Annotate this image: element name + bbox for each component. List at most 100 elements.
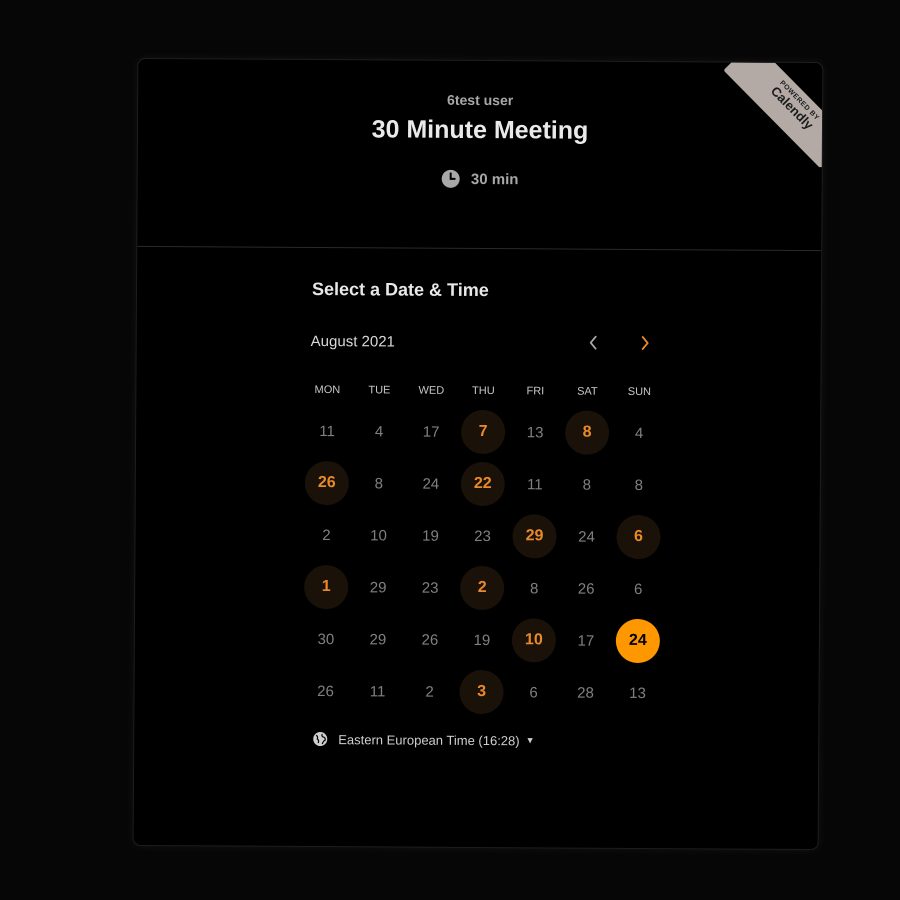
calendar-day-label: 13 xyxy=(526,423,544,441)
calendar-day-available[interactable]: 10 xyxy=(508,614,560,666)
calendar-day: 11 xyxy=(301,405,353,457)
calendar-grid: 11 4 17 7 13 8 4 26 8 24 22 11 8 8 2 10 19 23 29 24 6 1 29 23 2 8… xyxy=(299,405,665,719)
calendar-day-label: 11 xyxy=(319,422,335,440)
calendar-day-available[interactable]: 6 xyxy=(612,511,664,563)
calendar-day-label: 4 xyxy=(374,422,384,440)
calendar-day-available[interactable]: 2 xyxy=(456,562,508,614)
month-label: August 2021 xyxy=(310,332,395,351)
organizer-name: 6test user xyxy=(447,91,514,109)
calendar-day-label: 26 xyxy=(317,682,334,700)
calendar-day-label: 23 xyxy=(474,527,491,545)
calendar-day: 8 xyxy=(508,562,560,614)
calendar-day-label: 1 xyxy=(304,564,349,610)
calendar-day-label: 11 xyxy=(369,682,386,700)
weekday-label: WED xyxy=(418,384,445,397)
calendar-day: 30 xyxy=(300,613,352,665)
calendar-day-available[interactable]: 22 xyxy=(457,458,509,510)
calendar-day-available[interactable]: 29 xyxy=(508,510,560,562)
calendar-day-label: 26 xyxy=(304,460,349,506)
calendar-day-available[interactable]: 7 xyxy=(457,406,509,458)
globe-icon xyxy=(312,731,328,747)
calendar-day-label: 8 xyxy=(634,476,644,494)
calendar-day: 2 xyxy=(403,666,455,718)
calendar-day-label: 10 xyxy=(511,618,556,663)
powered-by-badge[interactable]: POWERED BY Calendly xyxy=(723,62,824,168)
weekday-label: FRI xyxy=(526,385,545,398)
duration-label: 30 min xyxy=(470,170,519,188)
calendar-day: 13 xyxy=(611,667,663,719)
calendar-day-available[interactable]: 26 xyxy=(301,457,353,509)
timezone-selector[interactable]: Eastern European Time (16:28) ▼ xyxy=(312,731,535,748)
calendar-day-label: 19 xyxy=(422,527,439,545)
calendar-day-label: 2 xyxy=(460,565,505,611)
calendar-day: 26 xyxy=(404,614,456,666)
timezone-label: Eastern European Time (16:28) xyxy=(338,731,520,748)
calendar-day-available[interactable]: 8 xyxy=(561,407,613,459)
calendar-day: 23 xyxy=(404,562,456,614)
calendar-day-label: 29 xyxy=(512,514,557,559)
calendar-day-label: 6 xyxy=(633,580,643,598)
calendar-day: 17 xyxy=(560,615,612,667)
calendar-day: 10 xyxy=(352,509,404,561)
weekday-label: SAT xyxy=(577,385,598,398)
calendar-day: 26 xyxy=(560,563,612,615)
calendar-day: 8 xyxy=(353,457,405,509)
calendar-day-available[interactable]: 1 xyxy=(300,561,352,613)
calendar-day-label: 28 xyxy=(577,684,594,702)
calendar-day-label: 24 xyxy=(578,528,595,546)
weekday-label: MON xyxy=(314,384,341,397)
calendar-day: 6 xyxy=(612,563,664,615)
calendar-day: 17 xyxy=(405,406,457,458)
event-duration: 30 min xyxy=(138,167,822,191)
calendar-day: 4 xyxy=(353,405,405,457)
calendar-day-label: 7 xyxy=(461,409,506,455)
event-title: 30 Minute Meeting xyxy=(371,115,589,145)
calendar-day: 28 xyxy=(559,667,611,719)
calendar-day: 26 xyxy=(299,665,351,717)
calendar-day-label: 10 xyxy=(370,526,387,544)
calendar-day: 8 xyxy=(613,459,665,511)
weekday-header: MON TUE WED THU FRI SAT SUN xyxy=(301,384,665,398)
event-header: 6test user 30 Minute Meeting 30 min xyxy=(137,58,823,252)
calendar-day: 23 xyxy=(456,510,508,562)
calendar-day: 29 xyxy=(352,561,404,613)
calendar-day-label: 19 xyxy=(473,631,491,649)
section-title: Select a Date & Time xyxy=(311,278,489,301)
calendar-day-label: 30 xyxy=(317,630,335,648)
calendar-day-label: 29 xyxy=(369,578,387,596)
calendar-day-label: 29 xyxy=(369,630,387,648)
calendar-day: 19 xyxy=(404,510,456,562)
calendar-day-label: 17 xyxy=(422,423,440,441)
weekday-label: THU xyxy=(472,384,495,398)
weekday-label: TUE xyxy=(368,384,391,397)
calendar-day: 24 xyxy=(405,458,457,510)
calendar-day: 2 xyxy=(300,509,352,561)
calendar-day-label: 22 xyxy=(460,461,505,507)
weekday-label: SUN xyxy=(627,385,652,399)
calendar-day-label: 24 xyxy=(422,475,440,493)
calendar-day-label: 8 xyxy=(582,476,592,494)
calendar-day-label: 17 xyxy=(577,632,595,650)
caret-down-icon: ▼ xyxy=(525,735,535,746)
calendar-day-available[interactable]: 3 xyxy=(455,666,507,718)
prev-month-button[interactable] xyxy=(579,330,609,360)
calendar-day-label: 3 xyxy=(459,669,504,715)
calendar-day: 8 xyxy=(561,459,613,511)
clock-icon xyxy=(441,169,461,189)
calendar-day: 19 xyxy=(456,614,508,666)
next-month-button[interactable] xyxy=(630,330,660,360)
calendar-day-label: 8 xyxy=(374,474,384,492)
calendar-day: 29 xyxy=(352,613,404,665)
calendar-day-label: 24 xyxy=(615,618,660,664)
calendar-day-label: 26 xyxy=(421,631,439,649)
calendar-day-selected[interactable]: 24 xyxy=(612,615,664,667)
calendar-day-label: 8 xyxy=(529,579,539,597)
calendar-day-label: 4 xyxy=(634,424,644,442)
calendar-day: 4 xyxy=(613,407,665,459)
calendar-day: 11 xyxy=(351,665,403,717)
calendar-day-label: 6 xyxy=(529,683,538,701)
calendar-day-label: 11 xyxy=(526,475,543,493)
calendar-day-label: 13 xyxy=(629,684,646,702)
calendar-day-label: 23 xyxy=(421,579,439,597)
calendar-day-label: 8 xyxy=(564,410,610,455)
